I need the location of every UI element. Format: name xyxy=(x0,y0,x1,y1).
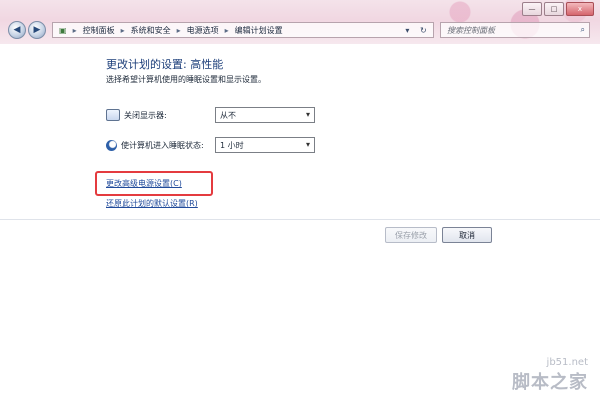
cancel-button[interactable]: 取消 xyxy=(442,227,492,243)
page-title: 更改计划的设置: 高性能 xyxy=(106,58,224,71)
display-off-select[interactable]: 从不 ▾ xyxy=(215,107,315,123)
control-panel-icon: ▣ xyxy=(59,25,67,35)
chevron-right-icon: ▸ xyxy=(176,25,181,35)
chevron-right-icon: ▸ xyxy=(72,25,77,35)
watermark: jb51.net 脚本之家 xyxy=(512,357,588,394)
watermark-brand: 脚本之家 xyxy=(512,372,588,393)
back-arrow-icon: ◀ xyxy=(13,25,21,35)
chevron-down-icon: ▾ xyxy=(305,140,310,149)
sleep-select[interactable]: 1 小时 ▾ xyxy=(215,137,315,153)
moon-icon xyxy=(106,139,117,151)
watermark-site: jb51.net xyxy=(546,357,588,368)
minimize-button[interactable]: — xyxy=(522,2,542,16)
monitor-icon xyxy=(106,109,120,121)
search-icon[interactable]: ⌕ xyxy=(581,25,585,35)
sleep-row: 使计算机进入睡眠状态: xyxy=(106,136,217,154)
advanced-power-settings-link[interactable]: 更改高级电源设置(C) xyxy=(106,178,182,189)
footer-divider xyxy=(0,219,600,220)
window-controls: — □ x xyxy=(522,2,594,16)
refresh-icon[interactable]: ↻ xyxy=(420,26,427,35)
forward-button[interactable]: ▶ xyxy=(28,21,46,39)
address-bar[interactable]: ▣ ▸ 控制面板 ▸ 系统和安全 ▸ 电源选项 ▸ 编辑计划设置 xyxy=(52,22,434,38)
chevron-down-icon: ▾ xyxy=(305,110,310,119)
breadcrumb-edit-plan[interactable]: 编辑计划设置 xyxy=(235,25,283,36)
display-off-label: 关闭显示器: xyxy=(124,110,167,120)
chevron-right-icon: ▸ xyxy=(224,25,229,35)
maximize-button[interactable]: □ xyxy=(544,2,564,16)
dropdown-arrow-icon[interactable]: ▾ xyxy=(405,26,409,35)
restore-defaults-link[interactable]: 还原此计划的默认设置(R) xyxy=(106,198,198,209)
back-button[interactable]: ◀ xyxy=(8,21,26,39)
search-input[interactable]: 搜索控制面板 ⌕ xyxy=(440,22,590,38)
title-address-bar: — □ x ◀ ▶ ▣ ▸ 控制面板 ▸ 系统和安全 ▸ 电源选项 ▸ 编辑计划… xyxy=(0,0,600,44)
control-panel-window: — □ x ◀ ▶ ▣ ▸ 控制面板 ▸ 系统和安全 ▸ 电源选项 ▸ 编辑计划… xyxy=(0,0,600,400)
page-subtitle: 选择希望计算机使用的睡眠设置和显示设置。 xyxy=(106,75,266,84)
content-area xyxy=(0,44,600,400)
forward-arrow-icon: ▶ xyxy=(33,25,41,35)
save-button[interactable]: 保存修改 xyxy=(385,227,437,243)
close-button[interactable]: x xyxy=(566,2,594,16)
display-off-value: 从不 xyxy=(220,110,236,120)
address-controls: ▾ ↻ xyxy=(400,22,432,38)
breadcrumb-control-panel[interactable]: 控制面板 xyxy=(83,25,115,36)
breadcrumb-system-security[interactable]: 系统和安全 xyxy=(131,25,171,36)
search-placeholder: 搜索控制面板 xyxy=(447,25,495,35)
sleep-label: 使计算机进入睡眠状态: xyxy=(121,140,204,150)
breadcrumb-power-options[interactable]: 电源选项 xyxy=(187,25,219,36)
sleep-value: 1 小时 xyxy=(220,140,244,150)
chevron-right-icon: ▸ xyxy=(120,25,125,35)
display-off-row: 关闭显示器: xyxy=(106,106,220,124)
